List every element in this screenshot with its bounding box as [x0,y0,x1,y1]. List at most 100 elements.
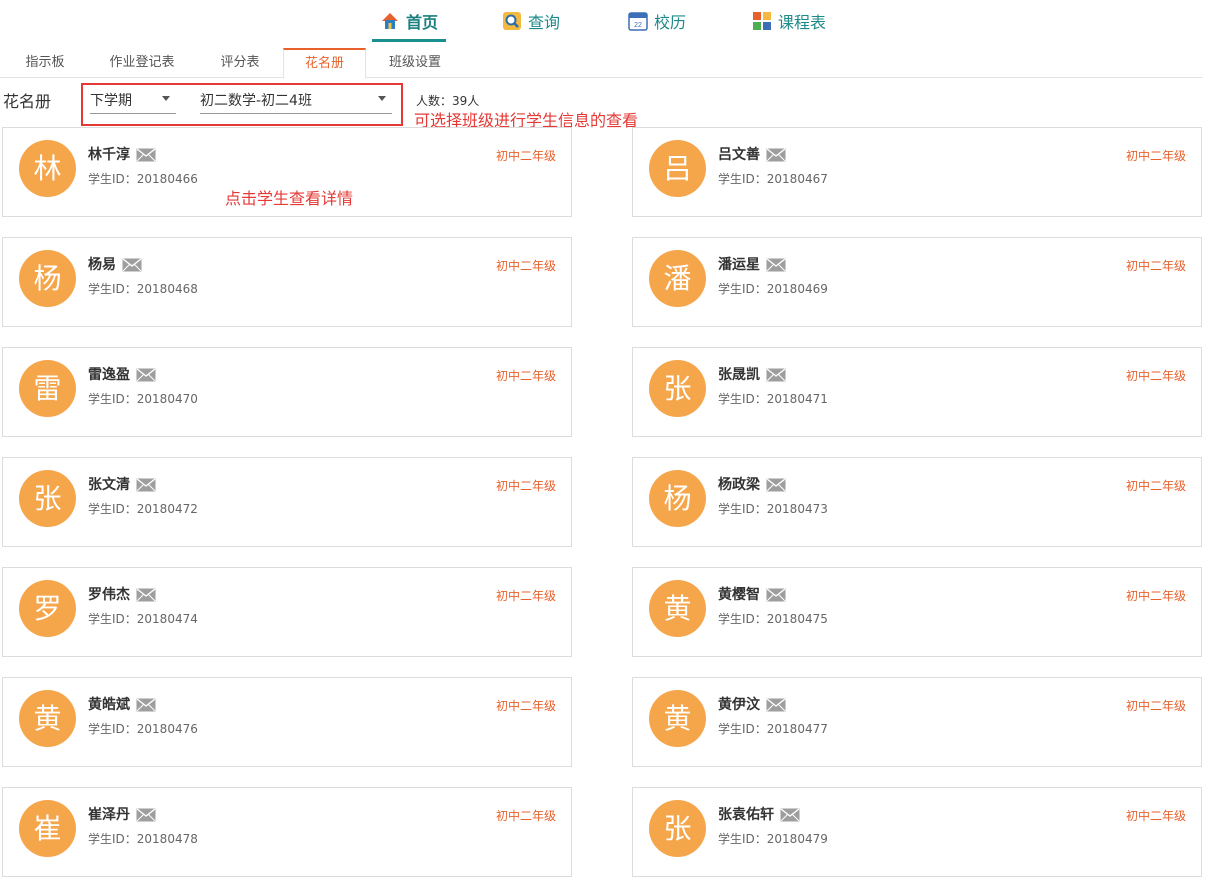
student-id: 学生ID：20180467 [718,172,828,186]
student-card[interactable]: 潘潘运星 学生ID：20180469 初中二年级 [632,237,1202,327]
student-card[interactable]: 张张袁佑轩学生ID：20180479 初中二年级 [632,787,1202,877]
student-card[interactable]: 张张晟凯学生ID：20180471 初中二年级 [632,347,1202,437]
student-name: 罗伟杰 [88,587,130,603]
mail-icon[interactable] [136,588,156,606]
search-icon [502,11,522,31]
mail-icon[interactable] [136,478,156,496]
avatar: 黄 [649,690,706,747]
student-name-row: 林千淳 [88,144,156,166]
student-card[interactable]: 黄黄皓斌 学生ID：20180476 初中二年级 [2,677,572,767]
student-name: 杨易 [88,257,116,273]
mail-icon[interactable] [766,698,786,716]
mail-icon[interactable] [766,478,786,496]
student-id: 学生ID：20180476 [88,722,198,736]
mail-icon[interactable] [136,368,156,386]
student-name-row: 雷逸盈 [88,364,156,386]
student-grade: 初中二年级 [495,369,556,383]
student-grade: 初中二年级 [495,479,556,493]
student-name: 林千淳 [88,147,130,163]
student-name-row: 杨政梁 [718,474,786,496]
student-card[interactable]: 雷雷逸盈 学生ID：20180470 初中二年级 [2,347,572,437]
mail-icon[interactable] [766,588,786,606]
student-grade: 初中二年级 [1125,589,1186,603]
calendar-icon: 22 [628,11,648,31]
mail-icon[interactable] [136,698,156,716]
mail-icon[interactable] [122,258,142,276]
student-card[interactable]: 崔崔泽丹 学生ID：20180478 初中二年级 [2,787,572,877]
student-grade: 初中二年级 [1125,699,1186,713]
student-name: 黄伊汶 [718,697,760,713]
avatar: 杨 [649,470,706,527]
term-select[interactable]: 下学期 [90,88,176,114]
student-name: 张文清 [88,477,130,493]
mail-icon[interactable] [136,808,156,826]
avatar: 黄 [649,580,706,637]
student-id: 学生ID：20180473 [718,502,828,516]
student-card[interactable]: 黄黄樱智学生ID：20180475 初中二年级 [632,567,1202,657]
tab-dashboard[interactable]: 指示板 [10,48,80,78]
student-name-row: 黄皓斌 [88,694,156,716]
student-grade: 初中二年级 [1125,809,1186,823]
student-name-row: 黄伊汶 [718,694,786,716]
student-grade: 初中二年级 [1125,369,1186,383]
mail-icon[interactable] [136,148,156,166]
student-name-row: 罗伟杰 [88,584,156,606]
mail-icon[interactable] [766,368,786,386]
student-name: 雷逸盈 [88,367,130,383]
student-name-row: 杨易 [88,254,142,276]
nav-calendar[interactable]: 22 校历 [628,0,686,42]
student-id: 学生ID：20180475 [718,612,828,626]
student-id: 学生ID：20180471 [718,392,828,406]
student-card[interactable]: 杨杨易 学生ID：20180468 初中二年级 [2,237,572,327]
student-id: 学生ID：20180478 [88,832,198,846]
schedule-icon [752,11,772,31]
student-name-row: 张袁佑轩 [718,804,800,826]
student-grade: 初中二年级 [495,589,556,603]
avatar: 张 [649,360,706,417]
class-select-value: 初二数学-初二4班 [200,93,312,109]
student-card[interactable]: 张张文清 学生ID：20180472 初中二年级 [2,457,572,547]
avatar: 林 [19,140,76,197]
student-id: 学生ID：20180469 [718,282,828,296]
student-name-row: 吕文善 [718,144,786,166]
student-grade: 初中二年级 [495,809,556,823]
avatar: 黄 [19,690,76,747]
student-name: 崔泽丹 [88,807,130,823]
tab-homework-register[interactable]: 作业登记表 [96,48,188,78]
student-name: 张晟凯 [718,367,760,383]
class-select[interactable]: 初二数学-初二4班 [200,88,392,114]
student-card[interactable]: 杨杨政梁学生ID：20180473 初中二年级 [632,457,1202,547]
chevron-down-icon [162,96,170,101]
student-id: 学生ID：20180479 [718,832,828,846]
mail-icon[interactable] [766,148,786,166]
mail-icon[interactable] [766,258,786,276]
avatar: 罗 [19,580,76,637]
tab-scoring[interactable]: 评分表 [204,48,276,78]
sub-tabs: 指示板 作业登记表 评分表 花名册 班级设置 [0,48,1203,79]
avatar: 张 [649,800,706,857]
tab-class-settings[interactable]: 班级设置 [374,48,456,78]
tab-roster[interactable]: 花名册 [283,48,366,79]
student-id: 学生ID：20180468 [88,282,198,296]
student-grade: 初中二年级 [1125,479,1186,493]
nav-search[interactable]: 查询 [502,0,560,42]
student-name: 黄樱智 [718,587,760,603]
student-card[interactable]: 黄黄伊汶学生ID：20180477 初中二年级 [632,677,1202,767]
student-id: 学生ID：20180477 [718,722,828,736]
student-name-row: 黄樱智 [718,584,786,606]
student-card[interactable]: 吕吕文善 学生ID：20180467 初中二年级 [632,127,1202,217]
student-grade: 初中二年级 [1125,149,1186,163]
student-name: 吕文善 [718,147,760,163]
nav-home-label: 首页 [406,13,439,32]
mail-icon[interactable] [780,808,800,826]
student-id: 学生ID：20180474 [88,612,198,626]
student-card[interactable]: 罗罗伟杰学生ID：20180474 初中二年级 [2,567,572,657]
nav-schedule[interactable]: 课程表 [752,0,826,42]
student-name: 杨政梁 [718,477,760,493]
page-title: 花名册 [3,92,52,111]
student-name: 张袁佑轩 [718,807,774,823]
avatar: 张 [19,470,76,527]
nav-home[interactable]: 首页 [371,0,447,42]
student-grade: 初中二年级 [495,149,556,163]
nav-calendar-label: 校历 [654,13,687,32]
